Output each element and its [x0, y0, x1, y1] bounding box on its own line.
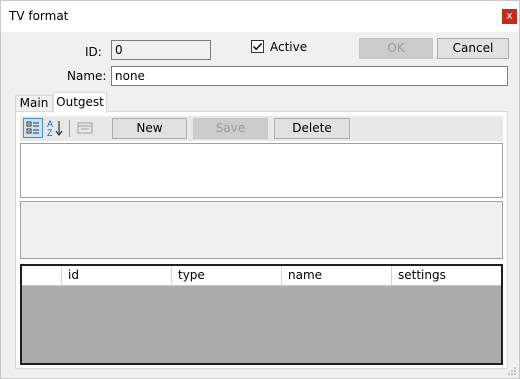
window-title: TV format	[9, 9, 69, 23]
tab-outgest[interactable]: Outgest	[53, 92, 107, 113]
close-icon: x	[506, 9, 513, 22]
id-field[interactable]: 0	[111, 40, 211, 60]
grid-row-header-column[interactable]	[22, 266, 62, 285]
new-button[interactable]: New	[112, 118, 187, 139]
grid-header: id type name settings	[22, 266, 501, 286]
title-bar: TV format x	[1, 1, 519, 32]
ok-button[interactable]: OK	[359, 38, 433, 59]
tab-main-label: Main	[19, 96, 49, 110]
delete-button[interactable]: Delete	[274, 118, 350, 139]
id-label: ID:	[85, 45, 102, 59]
grid-column-name[interactable]: name	[282, 266, 392, 285]
resize-grip-icon[interactable]	[507, 366, 517, 376]
grid-column-id[interactable]: id	[62, 266, 172, 285]
grid-column-type[interactable]: type	[172, 266, 282, 285]
property-pages-icon[interactable]	[75, 118, 95, 138]
property-description-panel	[20, 201, 503, 259]
active-label: Active	[270, 40, 308, 54]
property-toolbar: A Z New Save Delete	[20, 116, 503, 141]
toolbar-separator	[69, 120, 70, 137]
tv-format-dialog: TV format x ID: 0 Active OK Cancel Name:…	[0, 0, 520, 379]
active-checkbox[interactable]	[251, 40, 264, 53]
categorized-icon[interactable]	[23, 118, 43, 138]
svg-text:Z: Z	[47, 128, 53, 138]
property-grid[interactable]	[20, 143, 503, 198]
tab-outgest-label: Outgest	[56, 95, 104, 109]
close-button[interactable]: x	[502, 9, 517, 24]
save-button[interactable]: Save	[193, 118, 268, 139]
name-label: Name:	[67, 69, 107, 83]
sort-alphabetical-icon[interactable]: A Z	[45, 118, 65, 138]
name-value: none	[115, 69, 145, 83]
settings-grid[interactable]: id type name settings	[20, 264, 503, 365]
name-field[interactable]: none	[111, 66, 508, 86]
checkmark-icon	[252, 42, 263, 51]
id-value: 0	[115, 43, 123, 57]
cancel-button[interactable]: Cancel	[437, 38, 509, 59]
tab-main[interactable]: Main	[15, 95, 53, 112]
grid-column-settings[interactable]: settings	[392, 266, 501, 285]
